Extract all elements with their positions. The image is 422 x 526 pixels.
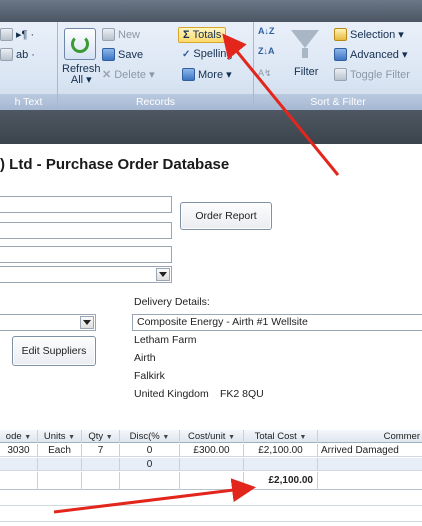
more-button[interactable]: More ▾ — [182, 68, 232, 81]
spelling-icon: ✓ — [182, 48, 191, 60]
column-header-units[interactable]: Units ▼ — [38, 430, 82, 443]
ribbon-tab-strip — [0, 0, 422, 22]
selection-icon — [334, 28, 347, 41]
column-header-comments[interactable]: Commer — [318, 430, 422, 443]
ribbon: ▸¶ · ab · h Text Refresh All ▾ New Save … — [0, 0, 422, 110]
sort-descending-button[interactable]: Z↓A — [258, 46, 275, 56]
cell-total-cost[interactable]: £2,100.00 — [244, 444, 318, 457]
delete-icon: ✕ — [102, 69, 112, 81]
refresh-icon — [71, 35, 89, 53]
paragraph-button[interactable]: ▸¶ · — [0, 28, 34, 41]
delete-record-button[interactable]: ✕ Delete ▾ — [102, 68, 155, 81]
delivery-country: United Kingdom — [134, 388, 209, 400]
cell-qty[interactable] — [82, 458, 120, 471]
highlight-button[interactable]: ab · — [0, 48, 35, 61]
selection-button[interactable]: Selection ▾ — [334, 28, 404, 41]
table-row[interactable]: 0 — [0, 458, 422, 471]
purchase-order-form: ) Ltd - Purchase Order Database Order Re… — [0, 144, 422, 526]
chevron-down-icon[interactable] — [80, 316, 94, 329]
total-cost-sum[interactable]: £2,100.00 — [244, 472, 318, 490]
save-icon — [102, 48, 115, 61]
cell-comments[interactable]: Arrived Damaged — [318, 444, 422, 457]
filter-button[interactable] — [290, 28, 320, 60]
new-record-button[interactable]: New — [102, 28, 140, 41]
save-record-button[interactable]: Save — [102, 48, 143, 61]
advanced-icon — [334, 48, 347, 61]
clear-sort-button[interactable]: A↯ — [258, 68, 272, 79]
column-header-disc[interactable]: Disc(% ▼ — [120, 430, 180, 443]
column-header-total-cost[interactable]: Total Cost ▼ — [244, 430, 318, 443]
cell-code[interactable]: 3030 — [0, 444, 38, 457]
more-icon — [182, 68, 195, 81]
advanced-filter-button[interactable]: Advanced ▾ — [334, 48, 408, 61]
records-group: Refresh All ▾ New Save ✕ Delete ▾ Σ Totals… — [58, 22, 254, 110]
chevron-down-icon[interactable] — [156, 268, 170, 281]
toggle-filter-button[interactable]: Toggle Filter — [334, 68, 410, 81]
delivery-address-line1: Letham Farm — [134, 334, 197, 346]
form-title: ) Ltd - Purchase Order Database — [0, 156, 230, 173]
sort-arrow-icon: ▼ — [162, 434, 170, 441]
sort-arrow-icon: ▼ — [299, 434, 307, 441]
empty-row — [0, 490, 422, 506]
delivery-postcode: FK2 8QU — [220, 388, 264, 400]
column-header-code[interactable]: ode ▼ — [0, 430, 38, 443]
delivery-combo[interactable]: Composite Energy - Airth #1 Wellsite — [132, 314, 422, 331]
cell-comments[interactable] — [318, 458, 422, 471]
refresh-all-label[interactable]: Refresh All ▾ — [62, 64, 101, 86]
form-field-2[interactable] — [0, 222, 172, 239]
cell-total-cost[interactable] — [244, 458, 318, 471]
form-field-1[interactable] — [0, 196, 172, 213]
spelling-button[interactable]: ✓ Spelling — [182, 48, 233, 60]
records-group-label: Records — [58, 94, 253, 110]
align-icon — [0, 28, 13, 41]
cell-disc[interactable]: 0 — [120, 444, 180, 457]
order-report-button[interactable]: Order Report — [180, 202, 272, 230]
cell-cost-unit[interactable]: £300.00 — [180, 444, 244, 457]
empty-row — [0, 506, 422, 522]
supplier-combo[interactable] — [0, 314, 96, 331]
sort-arrow-icon: ▼ — [68, 434, 76, 441]
sort-ascending-button[interactable]: A↓Z — [258, 26, 275, 36]
datasheet-header: ode ▼ Units ▼ Qty ▼ Disc(% ▼ Cost/unit ▼… — [0, 430, 422, 443]
table-row[interactable]: 3030 Each 7 0 £300.00 £2,100.00 Arrived … — [0, 444, 422, 457]
filter-label[interactable]: Filter — [294, 66, 318, 78]
access-window: ▸¶ · ab · h Text Refresh All ▾ New Save … — [0, 0, 422, 526]
rich-text-group-label: h Text — [0, 94, 57, 110]
funnel-icon — [291, 30, 319, 48]
new-record-icon — [102, 28, 115, 41]
column-header-cost-unit[interactable]: Cost/unit ▼ — [180, 430, 244, 443]
delivery-address-line2: Airth — [134, 352, 156, 364]
delivery-address-line3: Falkirk — [134, 370, 165, 382]
sort-filter-group: A↓Z Z↓A A↯ Filter Selection ▾ Advanced ▾… — [254, 22, 422, 110]
sort-arrow-icon: ▼ — [228, 434, 236, 441]
list-icon — [0, 48, 13, 61]
column-header-qty[interactable]: Qty ▼ — [82, 430, 120, 443]
sort-filter-group-label: Sort & Filter — [254, 94, 422, 110]
cell-cost-unit[interactable] — [180, 458, 244, 471]
sort-arrow-icon: ▼ — [24, 434, 32, 441]
cell-units[interactable] — [38, 458, 82, 471]
cell-qty[interactable]: 7 — [82, 444, 120, 457]
cell-units[interactable]: Each — [38, 444, 82, 457]
window-separator — [0, 110, 422, 144]
edit-suppliers-button[interactable]: Edit Suppliers — [12, 336, 96, 366]
totals-row: £2,100.00 — [0, 472, 422, 490]
form-combo-1[interactable] — [0, 266, 172, 283]
form-field-3[interactable] — [0, 246, 172, 263]
sigma-icon: Σ — [183, 29, 190, 41]
sort-arrow-icon: ▼ — [105, 434, 113, 441]
cell-code[interactable] — [0, 458, 38, 471]
refresh-all-button[interactable] — [64, 28, 96, 60]
cell-disc[interactable]: 0 — [120, 458, 180, 471]
delivery-details-label: Delivery Details: — [134, 296, 210, 308]
toggle-filter-icon — [334, 68, 347, 81]
rich-text-group: ▸¶ · ab · h Text — [0, 22, 58, 110]
totals-button[interactable]: Σ Totals — [178, 27, 227, 43]
